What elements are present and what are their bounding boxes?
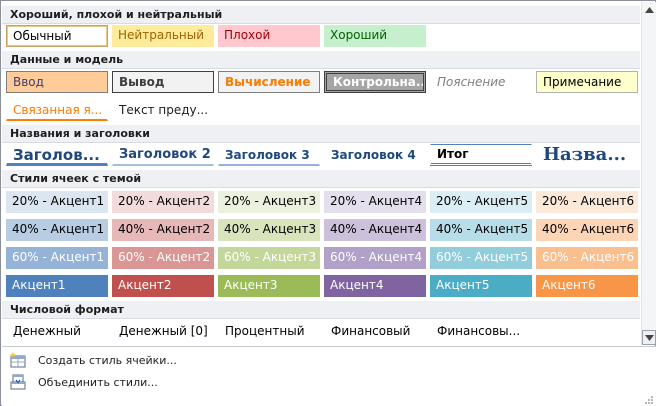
style-good[interactable]: Хороший (324, 25, 426, 47)
style-accent2[interactable]: Акцент2 (112, 275, 214, 297)
style-60-accent1[interactable]: 60% - Акцент1 (6, 247, 108, 269)
style-40-accent3[interactable]: 40% - Акцент3 (218, 219, 320, 241)
resize-grip-icon[interactable] (644, 394, 654, 404)
styles-menu: Создать стиль ячейки... Объединить стили… (2, 346, 656, 406)
style-20-accent3[interactable]: 20% - Акцент3 (218, 191, 320, 213)
style-percent[interactable]: Процентный (218, 320, 320, 342)
scroll-down-icon[interactable] (642, 330, 656, 345)
style-60-accent6[interactable]: 60% - Акцент6 (536, 247, 638, 269)
merge-styles-icon (10, 374, 26, 390)
style-accent3[interactable]: Акцент3 (218, 275, 320, 297)
style-40-accent2[interactable]: 40% - Акцент2 (112, 219, 214, 241)
section-header-good-bad-neutral: Хороший, плохой и нейтральный (2, 6, 640, 24)
style-bad[interactable]: Плохой (218, 25, 320, 47)
style-accent4[interactable]: Акцент4 (324, 275, 426, 297)
section-header-titles: Названия и заголовки (2, 125, 640, 143)
style-20-accent4[interactable]: 20% - Акцент4 (324, 191, 426, 213)
merge-styles-label: Объединить стили... (38, 375, 158, 389)
style-40-accent6[interactable]: 40% - Акцент6 (536, 219, 638, 241)
style-neutral[interactable]: Нейтральный (112, 25, 214, 47)
section-header-data-model: Данные и модель (2, 51, 640, 69)
new-cell-style-item[interactable]: Создать стиль ячейки... (2, 349, 656, 371)
new-cell-style-icon (10, 352, 26, 368)
style-heading-2[interactable]: Заголовок 2 (112, 144, 214, 166)
styles-content: Хороший, плохой и нейтральный Обычный Не… (2, 2, 640, 345)
style-20-accent1[interactable]: 20% - Акцент1 (6, 191, 108, 213)
style-60-accent3[interactable]: 60% - Акцент3 (218, 247, 320, 269)
style-60-accent2[interactable]: 60% - Акцент2 (112, 247, 214, 269)
style-20-accent2[interactable]: 20% - Акцент2 (112, 191, 214, 213)
style-currency[interactable]: Денежный (6, 320, 108, 342)
style-60-accent5[interactable]: 60% - Акцент5 (430, 247, 532, 269)
style-40-accent1[interactable]: 40% - Акцент1 (6, 219, 108, 241)
style-heading-1[interactable]: Заголов... (6, 144, 108, 166)
style-normal[interactable]: Обычный (6, 25, 108, 47)
style-total[interactable]: Итог (430, 144, 532, 166)
style-input[interactable]: Ввод (6, 71, 108, 93)
style-output[interactable]: Вывод (112, 71, 214, 93)
style-explanatory[interactable]: Пояснение (430, 71, 532, 93)
scroll-up-icon[interactable] (642, 2, 656, 17)
style-warning-text[interactable]: Текст преду... (112, 99, 214, 121)
style-60-accent4[interactable]: 60% - Акцент4 (324, 247, 426, 269)
style-accent1[interactable]: Акцент1 (6, 275, 108, 297)
new-cell-style-label: Создать стиль ячейки... (38, 353, 177, 367)
section-header-number-format: Числовой формат (2, 301, 640, 319)
merge-styles-item[interactable]: Объединить стили... (2, 371, 656, 393)
section-header-theme-styles: Стили ячеек с темой (2, 170, 640, 188)
style-financial-0[interactable]: Финансовы... (430, 320, 532, 342)
style-accent6[interactable]: Акцент6 (536, 275, 638, 297)
style-financial[interactable]: Финансовый (324, 320, 426, 342)
style-calculation[interactable]: Вычисление (218, 71, 320, 93)
style-20-accent6[interactable]: 20% - Акцент6 (536, 191, 638, 213)
style-currency-0[interactable]: Денежный [0] (112, 320, 214, 342)
style-40-accent5[interactable]: 40% - Акцент5 (430, 219, 532, 241)
style-linked-cell[interactable]: Связанная я... (6, 99, 108, 121)
vertical-scrollbar[interactable] (641, 2, 656, 345)
style-title[interactable]: Назва... (536, 144, 638, 166)
style-heading-3[interactable]: Заголовок 3 (218, 144, 320, 166)
style-20-accent5[interactable]: 20% - Акцент5 (430, 191, 532, 213)
cell-styles-gallery: Хороший, плохой и нейтральный Обычный Не… (0, 0, 656, 406)
style-40-accent4[interactable]: 40% - Акцент4 (324, 219, 426, 241)
style-accent5[interactable]: Акцент5 (430, 275, 532, 297)
style-check-cell[interactable]: Контрольна... (324, 71, 426, 93)
style-note[interactable]: Примечание (536, 71, 638, 93)
style-heading-4[interactable]: Заголовок 4 (324, 144, 426, 166)
